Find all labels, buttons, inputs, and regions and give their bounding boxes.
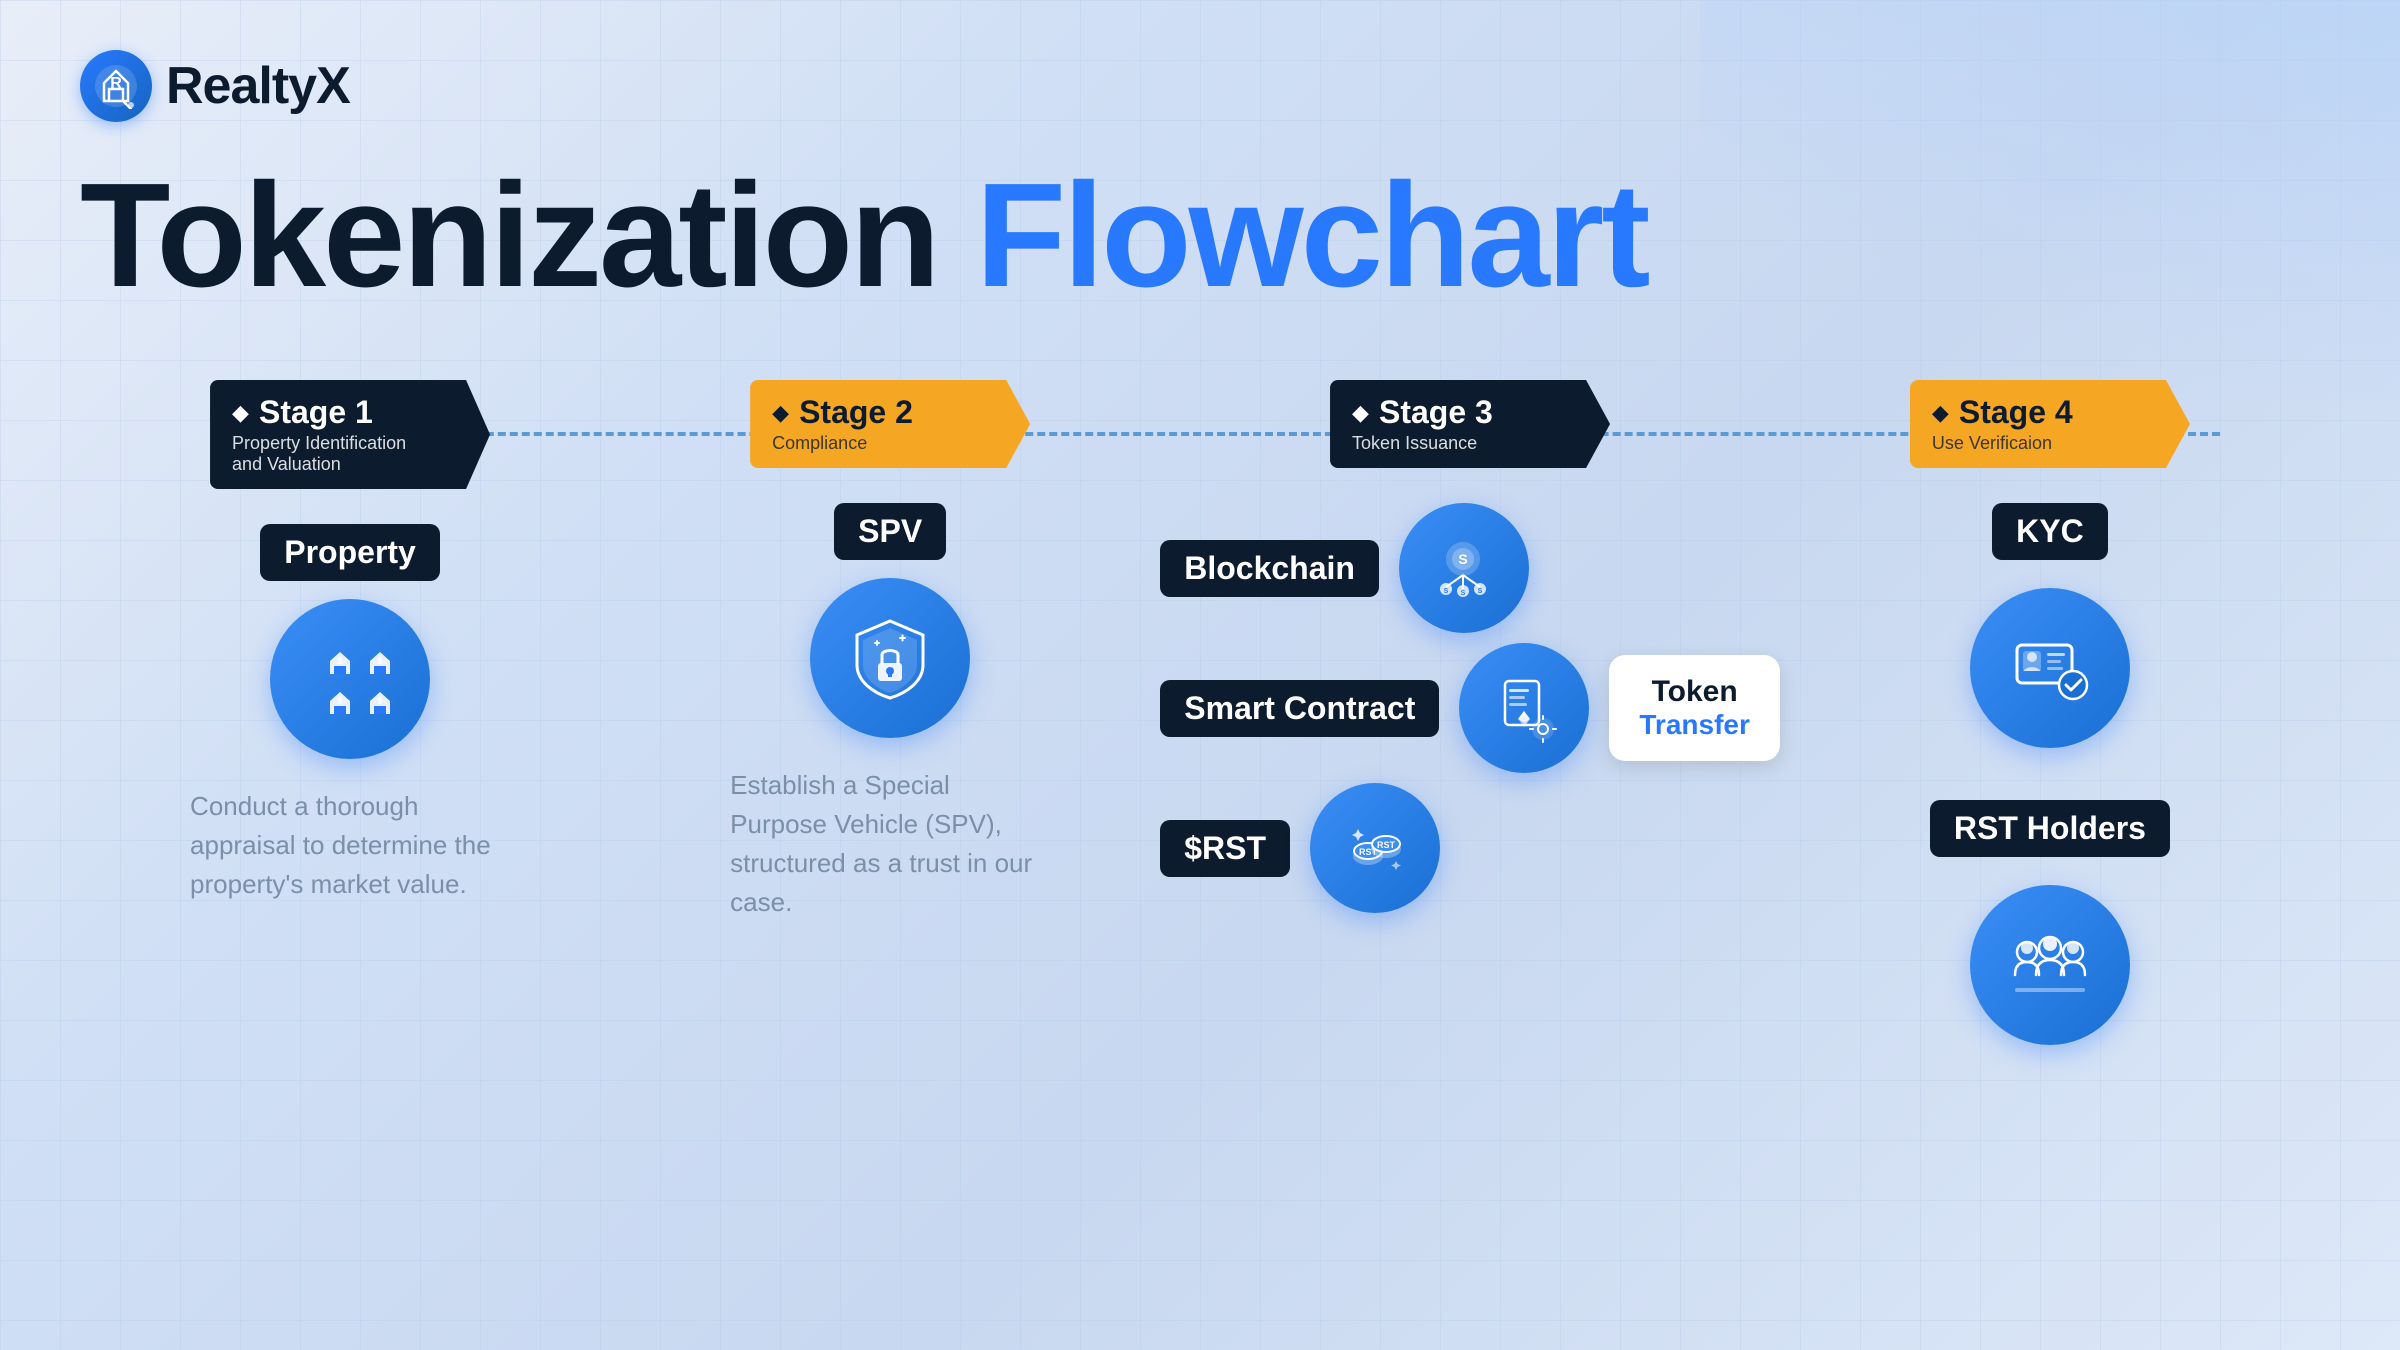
stage2-diamond: ◆ (772, 400, 789, 426)
stage4-badge: ◆ Stage 4 Use Verificaion (1910, 380, 2190, 468)
stage3-content-row: Blockchain S (1160, 503, 1780, 913)
stage4-kyc-item: KYC (1970, 503, 2130, 776)
stage2-circle-icon (810, 578, 970, 738)
svg-text:$: $ (378, 696, 383, 706)
stage3-subtitle: Token Issuance (1352, 433, 1582, 454)
svg-text:RST: RST (1377, 840, 1396, 850)
stage4-column: ◆ Stage 4 Use Verificaion KYC (1780, 380, 2320, 1073)
svg-text:S: S (1461, 590, 1466, 597)
rst-icon: RST RST (1310, 783, 1440, 913)
stage3-blockchain-item: Blockchain S (1160, 503, 1589, 633)
stage3-column: ◆ Stage 3 Token Issuance Blockchain (1160, 380, 1780, 913)
kyc-icon (1970, 588, 2130, 748)
svg-text:S: S (1444, 588, 1449, 595)
stage1-circle-icon: $ $ $ (270, 599, 430, 759)
blockchain-icon: S S S S (1399, 503, 1529, 633)
rst-holders-icon (1970, 885, 2130, 1045)
token-transfer-line1: Token (1639, 675, 1750, 709)
svg-text:$: $ (338, 696, 343, 706)
svg-text:S: S (1459, 551, 1468, 567)
blockchain-label: Blockchain (1160, 540, 1379, 597)
stage4-rst-holders-item: RST Holders (1930, 800, 2170, 1073)
logo-icon: R (80, 50, 152, 122)
svg-text:$: $ (378, 656, 383, 666)
stage4-subtitle: Use Verificaion (1932, 433, 2162, 454)
svg-text:$: $ (338, 656, 343, 666)
stage2-column: ◆ Stage 2 Compliance SPV (620, 380, 1160, 922)
smartcontract-label: Smart Contract (1160, 680, 1439, 737)
kyc-label: KYC (1992, 503, 2108, 560)
stage1-desc: Conduct a thorough appraisal to determin… (190, 787, 510, 904)
logo-area: R RealtyX (80, 50, 2320, 122)
stage1-badge-inner: ◆ Stage 1 Property Identificationand Val… (210, 380, 490, 489)
stage3-diamond: ◆ (1352, 400, 1369, 426)
stage1-badge: ◆ Stage 1 Property Identificationand Val… (210, 380, 490, 489)
stage4-badge-inner: ◆ Stage 4 Use Verificaion (1910, 380, 2190, 468)
stage4-items: KYC (1930, 503, 2170, 1073)
stage2-badge-inner: ◆ Stage 2 Compliance (750, 380, 1030, 468)
stage3-badge: ◆ Stage 3 Token Issuance (1330, 380, 1610, 468)
title-part2: Flowchart (976, 153, 1648, 318)
svg-text:S: S (1478, 588, 1483, 595)
stage2-number: Stage 2 (799, 394, 913, 431)
main-title: Tokenization Flowchart (80, 162, 2320, 310)
stage3-badge-inner: ◆ Stage 3 Token Issuance (1330, 380, 1610, 468)
stage1-node-label: Property (260, 524, 440, 581)
page-container: R RealtyX Tokenization Flowchart ◆ Stage… (0, 0, 2400, 1350)
logo-text: RealtyX (166, 56, 350, 116)
flowchart: ◆ Stage 1 Property Identificationand Val… (80, 380, 2320, 1073)
stage1-diamond: ◆ (232, 400, 249, 426)
stage2-badge: ◆ Stage 2 Compliance (750, 380, 1030, 468)
stage1-number: Stage 1 (259, 394, 373, 431)
token-transfer-bubble: Token Transfer (1609, 655, 1780, 761)
title-part1: Tokenization (80, 153, 976, 318)
svg-text:R: R (110, 75, 122, 92)
stage1-column: ◆ Stage 1 Property Identificationand Val… (80, 380, 620, 904)
token-transfer-line2: Transfer (1639, 709, 1750, 741)
stage3-number: Stage 3 (1379, 394, 1493, 431)
stage4-number: Stage 4 (1959, 394, 2073, 431)
rst-holders-label: RST Holders (1930, 800, 2170, 857)
smartcontract-icon (1459, 643, 1589, 773)
stage3-left: Blockchain S (1160, 503, 1589, 913)
stage4-diamond: ◆ (1932, 400, 1949, 426)
stage3-smartcontract-item: Smart Contract (1160, 643, 1589, 773)
stage3-rst-item: $RST RST RST (1160, 783, 1589, 913)
stage2-desc: Establish a Special Purpose Vehicle (SPV… (730, 766, 1050, 922)
stage1-subtitle: Property Identificationand Valuation (232, 433, 462, 475)
stage2-subtitle: Compliance (772, 433, 1002, 454)
stage2-node-label: SPV (834, 503, 946, 560)
rst-label: $RST (1160, 820, 1290, 877)
